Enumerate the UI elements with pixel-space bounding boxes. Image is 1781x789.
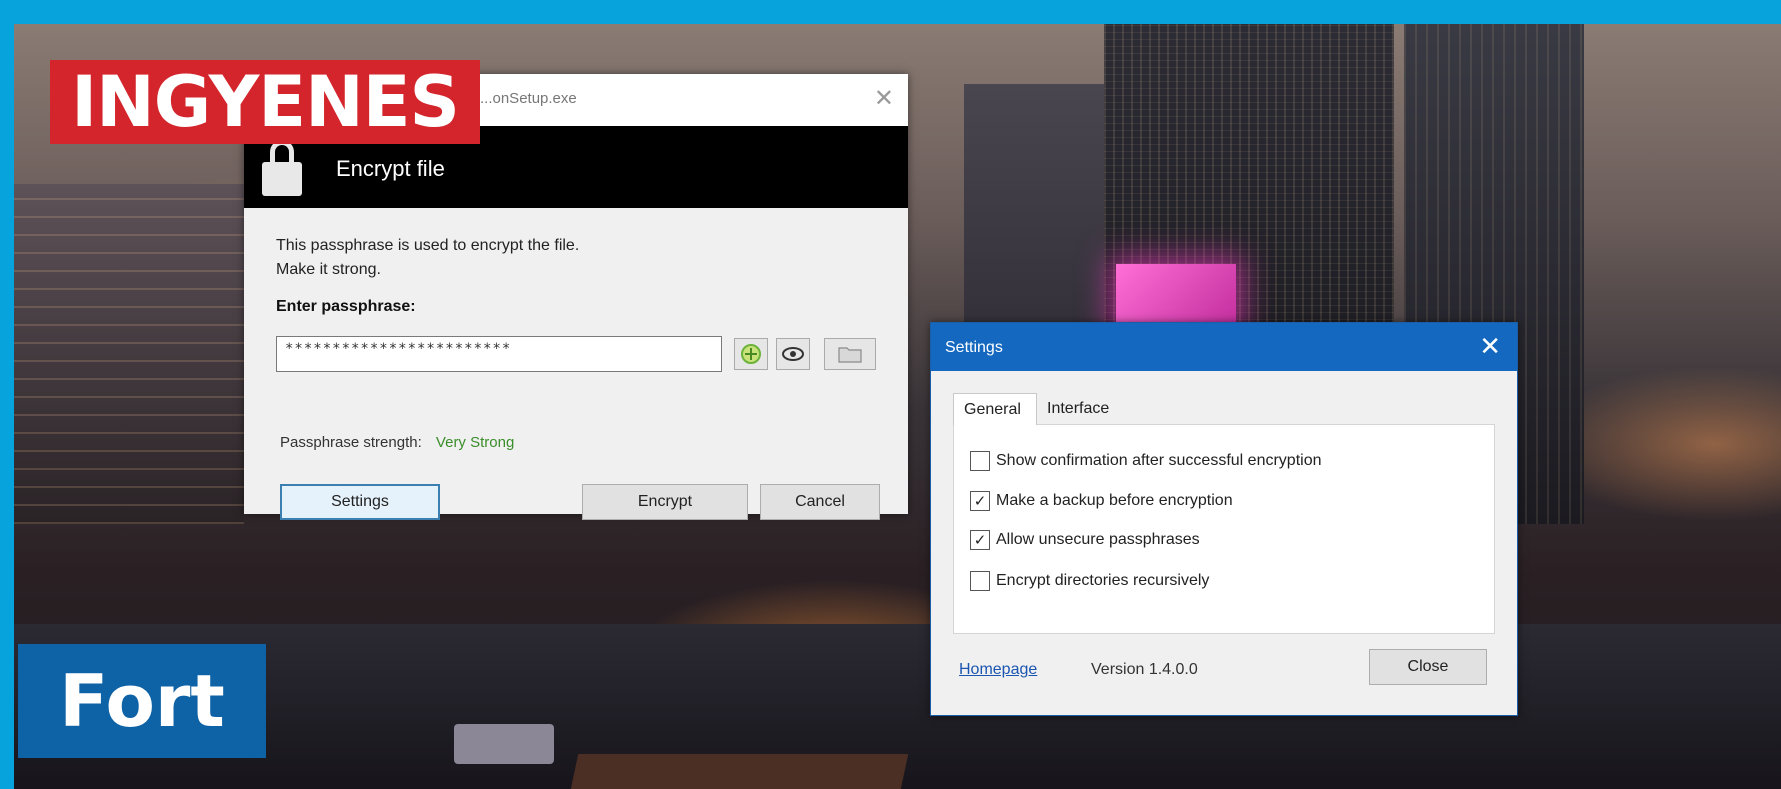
ingyenes-badge: INGYENES [50,60,480,144]
generate-passphrase-button[interactable] [734,338,768,370]
pier [569,754,909,789]
settings-titlebar: Settings ✕ [931,323,1517,371]
option-allow-unsecure[interactable]: ✓ Allow unsecure passphrases [970,530,1200,550]
option-label: Encrypt directories recursively [996,572,1210,589]
fort-badge: Fort [18,644,266,758]
close-button[interactable]: Close [1369,649,1487,685]
description-line-1: This passphrase is used to encrypt the f… [276,237,580,254]
close-icon[interactable]: ✕ [1479,331,1501,362]
settings-title: Settings [945,339,1003,356]
tab-general[interactable]: General [953,393,1037,425]
strength-value: Very Strong [435,434,515,451]
settings-dialog: Settings ✕ General Interface Show confir… [930,322,1518,716]
generate-passphrase-icon [741,344,761,364]
passphrase-strength: Passphrase strength: Very Strong [280,434,514,451]
checkbox-checked[interactable]: ✓ [970,491,990,511]
passphrase-row: ************************ [276,336,876,374]
lock-icon [262,140,302,198]
settings-button[interactable]: Settings [280,484,440,520]
checkbox-checked[interactable]: ✓ [970,530,990,550]
cancel-button[interactable]: Cancel [760,484,880,520]
boat [454,724,554,764]
option-encrypt-recursively[interactable]: Encrypt directories recursively [970,571,1209,591]
show-passphrase-button[interactable] [776,338,810,370]
browse-folder-button[interactable] [824,338,876,370]
passphrase-label: Enter passphrase: [276,298,416,315]
eye-icon [782,347,804,361]
checkbox[interactable] [970,451,990,471]
dialog-body: This passphrase is used to encrypt the f… [244,208,908,540]
encrypt-button[interactable]: Encrypt [582,484,748,520]
close-icon[interactable]: ✕ [874,84,894,113]
option-label: Make a backup before encryption [996,492,1233,509]
option-label: Show confirmation after successful encry… [996,452,1322,469]
option-show-confirmation[interactable]: Show confirmation after successful encry… [970,451,1321,471]
option-label: Allow unsecure passphrases [996,531,1200,548]
folder-icon [838,347,862,363]
strength-label: Passphrase strength: [280,434,422,451]
description-line-2: Make it strong. [276,261,381,278]
window-title: ...onSetup.exe [480,90,577,107]
general-tab-panel: Show confirmation after successful encry… [953,424,1495,634]
version-label: Version 1.4.0.0 [1091,661,1198,678]
building [14,184,244,524]
option-make-backup[interactable]: ✓ Make a backup before encryption [970,491,1233,511]
passphrase-input[interactable]: ************************ [276,336,722,372]
homepage-link[interactable]: Homepage [959,661,1037,679]
tab-interface[interactable]: Interface [1037,393,1133,425]
dialog-title: Encrypt file [336,156,445,181]
checkbox[interactable] [970,571,990,591]
